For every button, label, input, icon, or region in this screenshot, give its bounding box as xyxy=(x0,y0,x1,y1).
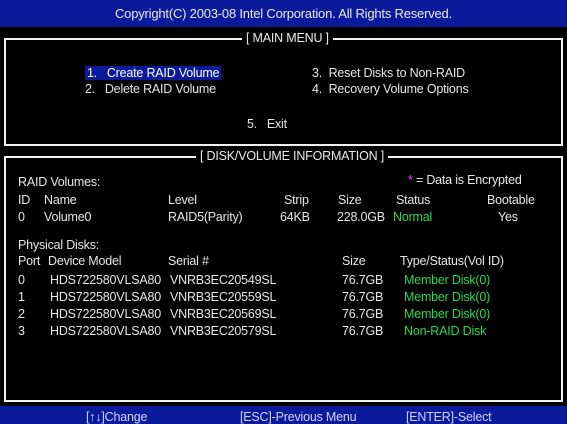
volume-size: 228.0GB xyxy=(337,210,385,224)
disk-3-model: HDS722580VLSA80 xyxy=(50,324,161,338)
encrypted-note: * = Data is Encrypted xyxy=(408,173,522,187)
disk-1-port: 1 xyxy=(18,290,25,304)
vol-header-bootable: Bootable xyxy=(487,193,535,207)
footer-previous-menu-hint: [ESC]-Previous Menu xyxy=(240,410,357,424)
menu-item-reset-disks[interactable]: 3. Reset Disks to Non-RAID xyxy=(312,66,465,80)
disk-0-port: 0 xyxy=(18,273,25,287)
vol-header-size: Size xyxy=(338,193,362,207)
raid-volumes-label: RAID Volumes: xyxy=(18,175,101,189)
menu-item-delete-raid-volume[interactable]: 2. Delete RAID Volume xyxy=(85,82,216,96)
main-menu-title: [ MAIN MENU ] xyxy=(242,31,333,45)
disk-2-status: Member Disk(0) xyxy=(404,307,491,321)
disk-2-port: 2 xyxy=(18,307,25,321)
disk-1-status: Member Disk(0) xyxy=(404,290,491,304)
menu-item-create-raid-volume[interactable]: 1. Create RAID Volume xyxy=(85,66,222,80)
vol-header-name: Name xyxy=(44,193,77,207)
disk-2-size: 76.7GB xyxy=(342,307,384,321)
disk-header-serial: Serial # xyxy=(168,254,209,268)
disk-0-status: Member Disk(0) xyxy=(404,273,491,287)
menu-item-exit[interactable]: 5. Exit xyxy=(247,117,287,131)
disk-3-status: Non-RAID Disk xyxy=(404,324,487,338)
volume-status: Normal xyxy=(393,210,433,224)
disk-3-serial: VNRB3EC20579SL xyxy=(170,324,277,338)
disk-volume-info-title: [ DISK/VOLUME INFORMATION ] xyxy=(196,149,388,163)
vol-header-level: Level xyxy=(168,193,197,207)
copyright-text: Copyright(C) 2003-08 Intel Corporation. … xyxy=(114,6,452,21)
disk-1-serial: VNRB3EC20559SL xyxy=(170,290,277,304)
vol-header-strip: Strip xyxy=(284,193,309,207)
volume-id: 0 xyxy=(18,210,25,224)
vol-header-status: Status xyxy=(396,193,431,207)
disk-0-serial: VNRB3EC20549SL xyxy=(170,273,277,287)
disk-3-size: 76.7GB xyxy=(342,324,384,338)
volume-bootable: Yes xyxy=(498,210,518,224)
disk-1-size: 76.7GB xyxy=(342,290,384,304)
volume-level: RAID5(Parity) xyxy=(168,210,243,224)
disk-header-device-model: Device Model xyxy=(48,254,122,268)
disk-header-size: Size xyxy=(342,254,366,268)
volume-strip: 64KB xyxy=(280,210,310,224)
vol-header-id: ID xyxy=(18,193,31,207)
footer-change-hint: [↑↓]Change xyxy=(86,410,148,424)
menu-item-recovery-options[interactable]: 4. Recovery Volume Options xyxy=(312,82,469,96)
disk-3-port: 3 xyxy=(18,324,25,338)
disk-2-model: HDS722580VLSA80 xyxy=(50,307,161,321)
volume-name: Volume0 xyxy=(44,210,92,224)
encrypted-asterisk-icon: * xyxy=(408,173,413,187)
disk-0-size: 76.7GB xyxy=(342,273,384,287)
disk-0-model: HDS722580VLSA80 xyxy=(50,273,161,287)
disk-header-type-status: Type/Status(Vol ID) xyxy=(400,254,504,268)
disk-1-model: HDS722580VLSA80 xyxy=(50,290,161,304)
disk-header-port: Port xyxy=(18,254,41,268)
disk-2-serial: VNRB3EC20569SL xyxy=(170,307,277,321)
physical-disks-label: Physical Disks: xyxy=(18,238,100,252)
footer-select-hint: [ENTER]-Select xyxy=(406,410,492,424)
